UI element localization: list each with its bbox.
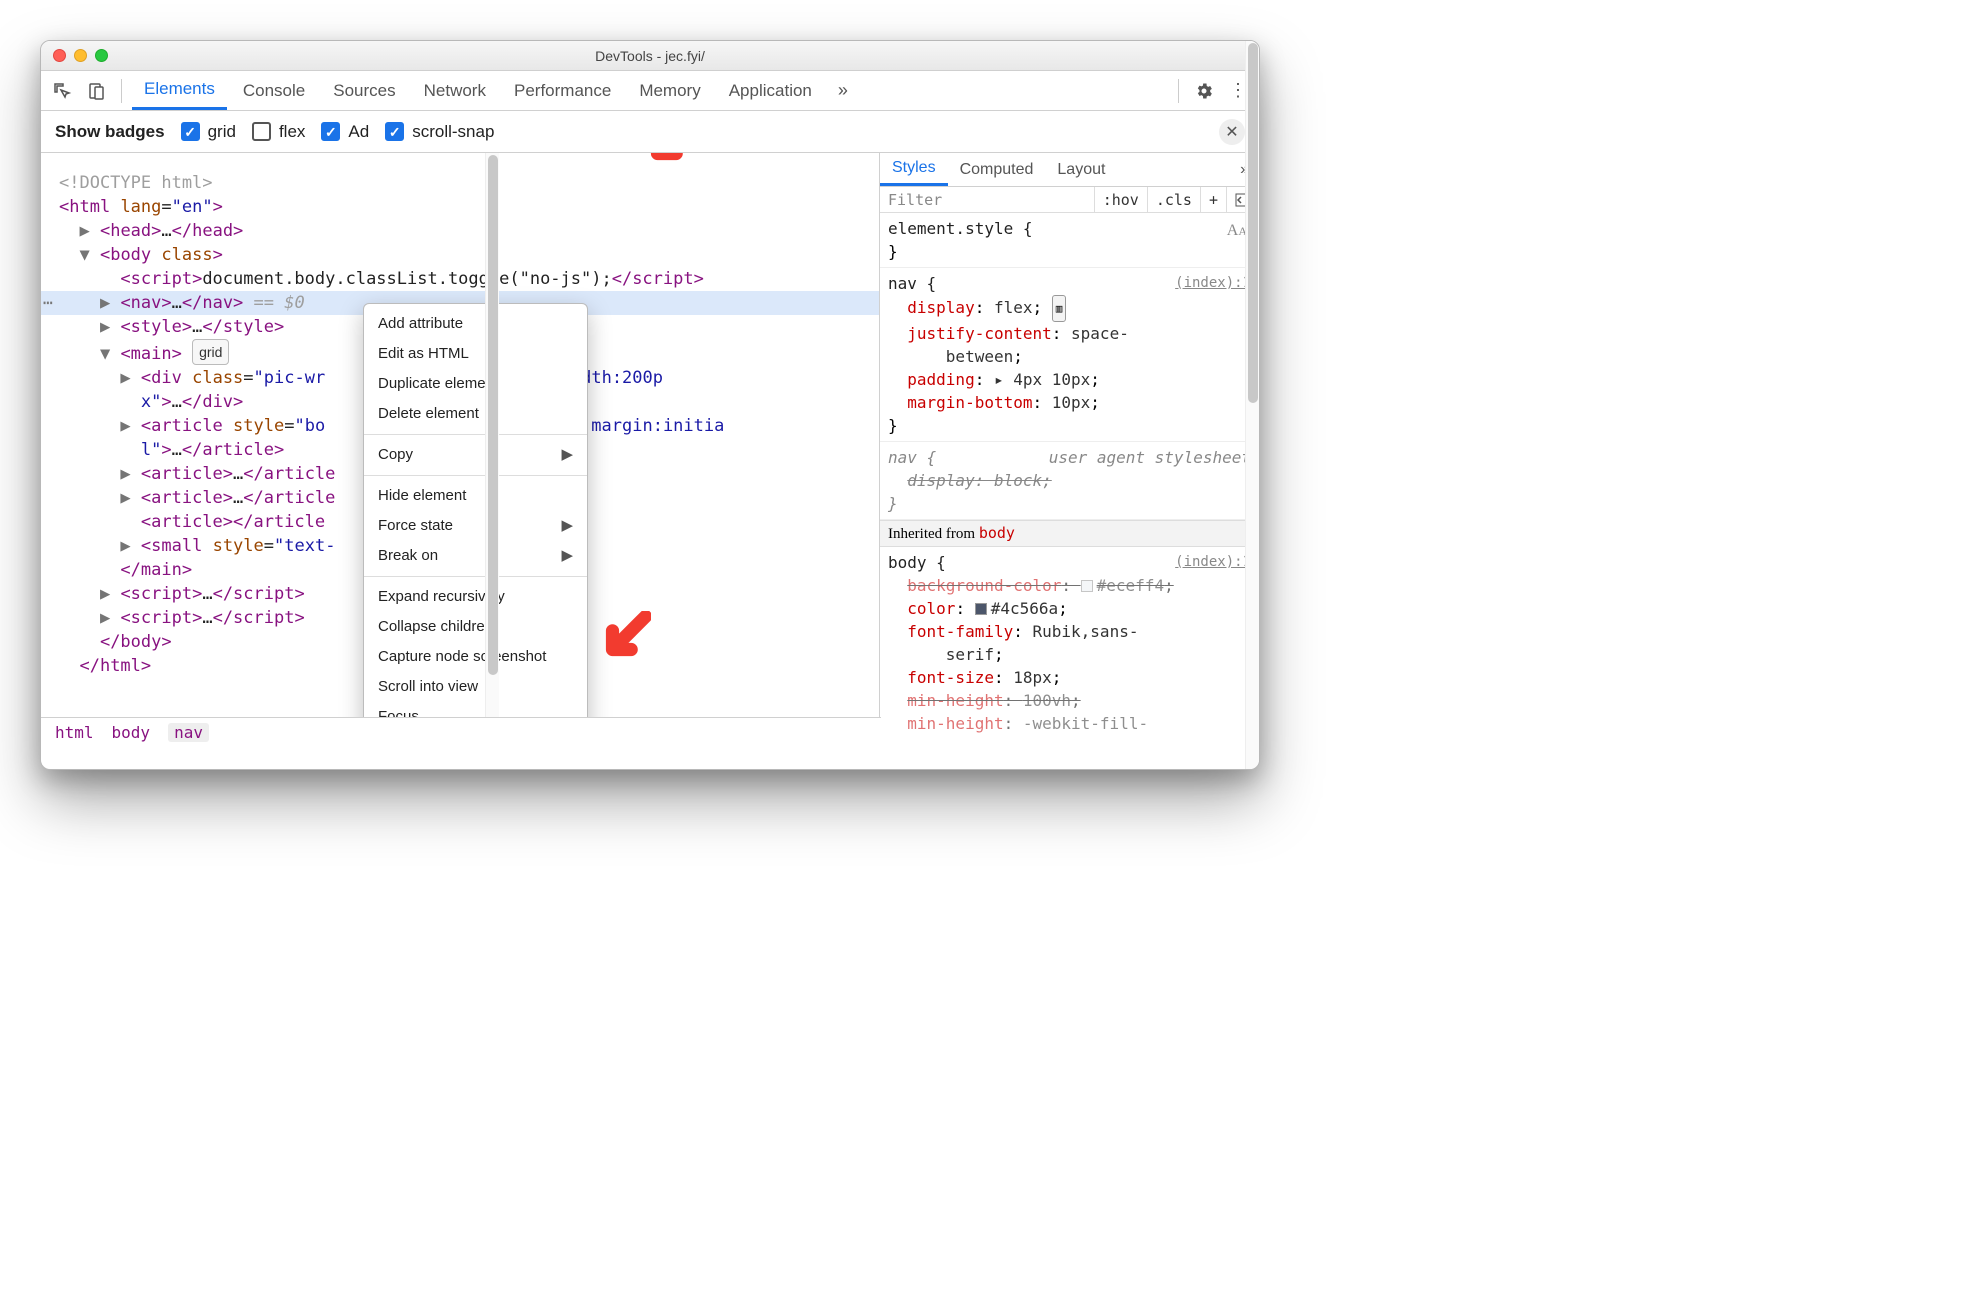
badge-label: scroll-snap (412, 122, 494, 142)
font-size-icon[interactable]: AA (1227, 219, 1247, 243)
grid-badge[interactable]: grid (192, 339, 229, 365)
cls-toggle[interactable]: .cls (1147, 187, 1200, 212)
devtools-window: DevTools - jec.fyi/ Elements Console Sou… (40, 40, 1260, 770)
dom-line[interactable]: <script>document.body.classList.toggle("… (41, 267, 879, 291)
styles-tabs: Styles Computed Layout » (880, 153, 1259, 187)
crumb-body[interactable]: body (112, 723, 151, 742)
scrollbar[interactable] (1245, 41, 1259, 769)
checkbox-icon (252, 122, 271, 141)
badges-bar: Show badges grid flex Ad scroll-snap ✕ (41, 111, 1259, 153)
tab-network[interactable]: Network (412, 73, 498, 109)
ctx-delete-element[interactable]: Delete element (364, 399, 587, 429)
scrollbar[interactable] (485, 153, 499, 739)
badge-label: Ad (348, 122, 369, 142)
styles-panel: Styles Computed Layout » Filter :hov .cl… (879, 153, 1259, 739)
device-toolbar-icon[interactable] (81, 76, 111, 106)
context-menu: Add attribute Edit as HTML Duplicate ele… (363, 303, 588, 739)
element-style-rule[interactable]: element.style {} AA (880, 213, 1259, 268)
ctx-force-state[interactable]: Force state▶ (364, 511, 587, 541)
checkbox-icon (321, 122, 340, 141)
ctx-add-attribute[interactable]: Add attribute (364, 309, 587, 339)
add-rule-button[interactable]: + (1200, 187, 1226, 212)
ctx-edit-as-html[interactable]: Edit as HTML (364, 339, 587, 369)
badge-checkbox-flex[interactable]: flex (252, 122, 305, 142)
checkbox-icon (181, 122, 200, 141)
settings-gear-icon[interactable] (1189, 81, 1219, 101)
elements-tree[interactable]: <!DOCTYPE html> <html lang="en"> ▶ <head… (41, 153, 879, 739)
styles-tab-computed[interactable]: Computed (948, 155, 1046, 185)
ctx-collapse-children[interactable]: Collapse children (364, 612, 587, 642)
tab-application[interactable]: Application (717, 73, 824, 109)
submenu-arrow-icon: ▶ (561, 544, 573, 568)
dom-line[interactable]: <html lang="en"> (41, 195, 879, 219)
rule-source-link[interactable]: (index):1 (1175, 551, 1251, 574)
ctx-scroll-into-view[interactable]: Scroll into view (364, 672, 587, 702)
tab-performance[interactable]: Performance (502, 73, 623, 109)
tab-console[interactable]: Console (231, 73, 317, 109)
annotation-arrow-icon (596, 611, 651, 666)
window-title: DevTools - jec.fyi/ (41, 48, 1259, 64)
doctype-line: <!DOCTYPE html> (41, 171, 879, 195)
styles-tab-styles[interactable]: Styles (880, 153, 948, 186)
ctx-duplicate-element[interactable]: Duplicate element (364, 369, 587, 399)
tab-memory[interactable]: Memory (627, 73, 712, 109)
ctx-capture-node-screenshot[interactable]: Capture node screenshot (364, 642, 587, 672)
more-tabs-chevron-icon[interactable]: » (828, 80, 858, 101)
main-panels: <!DOCTYPE html> <html lang="en"> ▶ <head… (41, 153, 1259, 739)
close-badges-bar-button[interactable]: ✕ (1219, 119, 1245, 145)
submenu-arrow-icon: ▶ (561, 443, 573, 467)
checkbox-icon (385, 122, 404, 141)
css-rule-body[interactable]: (index):1 body { background-color: #ecef… (880, 547, 1259, 739)
ctx-hide-element[interactable]: Hide element (364, 481, 587, 511)
dom-line[interactable]: ▶ <head>…</head> (41, 219, 879, 243)
tab-sources[interactable]: Sources (321, 73, 407, 109)
badge-checkbox-scroll-snap[interactable]: scroll-snap (385, 122, 494, 142)
badge-checkbox-grid[interactable]: grid (181, 122, 236, 142)
dom-line[interactable]: ▼ <body class> (41, 243, 879, 267)
tab-elements[interactable]: Elements (132, 71, 227, 110)
badge-checkbox-ad[interactable]: Ad (321, 122, 369, 142)
rule-source-link[interactable]: (index):1 (1175, 272, 1251, 295)
hov-toggle[interactable]: :hov (1094, 187, 1147, 212)
breadcrumb: html body nav (41, 717, 881, 747)
styles-filter-row: Filter :hov .cls + (880, 187, 1259, 213)
badge-label: flex (279, 122, 305, 142)
submenu-arrow-icon: ▶ (561, 514, 573, 538)
css-rule-nav[interactable]: (index):1 nav { display: flex; ▥ justify… (880, 268, 1259, 442)
crumb-html[interactable]: html (55, 723, 94, 742)
inspect-element-icon[interactable] (47, 76, 77, 106)
titlebar: DevTools - jec.fyi/ (41, 41, 1259, 71)
styles-filter-input[interactable]: Filter (880, 191, 1094, 209)
badge-label: grid (208, 122, 236, 142)
ctx-expand-recursively[interactable]: Expand recursively (364, 582, 587, 612)
css-rule-nav-ua[interactable]: user agent stylesheet nav { display: blo… (880, 442, 1259, 520)
show-badges-label: Show badges (55, 122, 165, 142)
crumb-nav[interactable]: nav (168, 723, 209, 742)
flex-editor-icon[interactable]: ▥ (1052, 295, 1067, 322)
main-toolbar: Elements Console Sources Network Perform… (41, 71, 1259, 111)
ctx-copy[interactable]: Copy▶ (364, 440, 587, 470)
annotation-arrow-icon (641, 153, 696, 170)
inherited-from-bar: Inherited from body (880, 520, 1259, 547)
ctx-break-on[interactable]: Break on▶ (364, 541, 587, 571)
styles-tab-layout[interactable]: Layout (1045, 155, 1117, 185)
